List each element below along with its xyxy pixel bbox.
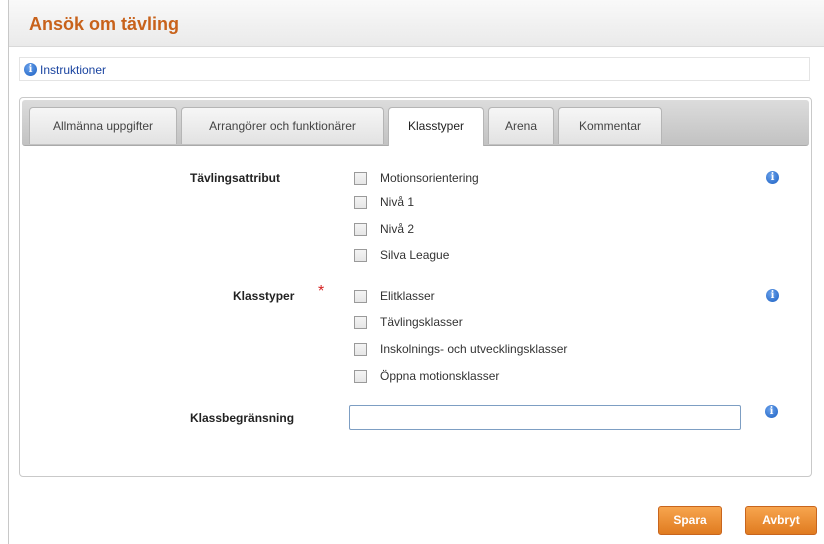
page-header: Ansök om tävling (9, 0, 824, 47)
class-limit-label: Klassbegränsning (190, 411, 295, 425)
tab-allmanna-uppgifter[interactable]: Allmänna uppgifter (29, 107, 177, 144)
class-types-label: Klasstyper (233, 289, 295, 303)
checkbox-label: Silva League (380, 248, 450, 262)
page-title: Ansök om tävling (29, 14, 180, 34)
required-marker: * (318, 283, 325, 300)
checkbox-label: Nivå 2 (380, 222, 415, 236)
checkbox-tavlingsklasser[interactable] (354, 316, 367, 329)
checkbox-label: Tävlingsklasser (380, 315, 463, 329)
tab-arena[interactable]: Arena (488, 107, 554, 144)
info-icon[interactable]: i (766, 289, 779, 302)
info-icon[interactable]: i (765, 405, 778, 418)
checkbox-oppna-motionsklasser[interactable] (354, 370, 367, 383)
cancel-button[interactable]: Avbryt (745, 506, 817, 535)
checkbox-elitklasser[interactable] (354, 290, 367, 303)
attributes-label: Tävlingsattribut (190, 171, 281, 185)
tab-bar: Allmänna uppgifter Arrangörer och funkti… (22, 100, 809, 146)
instructions-bar: i Instruktioner (19, 57, 810, 81)
checkbox-label: Inskolnings- och utvecklingsklasser (380, 342, 568, 356)
class-limit-input[interactable] (349, 405, 741, 430)
checkbox-niva-1[interactable] (354, 196, 367, 209)
checkbox-label: Nivå 1 (380, 195, 415, 209)
checkbox-inskolnings-utvecklingsklasser[interactable] (354, 343, 367, 356)
info-icon: i (24, 63, 37, 76)
checkbox-niva-2[interactable] (354, 223, 367, 236)
checkbox-label: Motionsorientering (380, 171, 479, 185)
tab-arrangorer[interactable]: Arrangörer och funktionärer (181, 107, 384, 144)
tab-kommentar[interactable]: Kommentar (558, 107, 662, 144)
checkbox-label: Elitklasser (380, 289, 435, 303)
tab-klasstyper[interactable]: Klasstyper (388, 107, 484, 146)
save-button[interactable]: Spara (658, 506, 722, 535)
info-icon[interactable]: i (766, 171, 779, 184)
instructions-link[interactable]: Instruktioner (40, 63, 106, 77)
checkbox-label: Öppna motionsklasser (380, 369, 500, 383)
checkbox-motionsorientering[interactable] (354, 172, 367, 185)
checkbox-silva-league[interactable] (354, 249, 367, 262)
